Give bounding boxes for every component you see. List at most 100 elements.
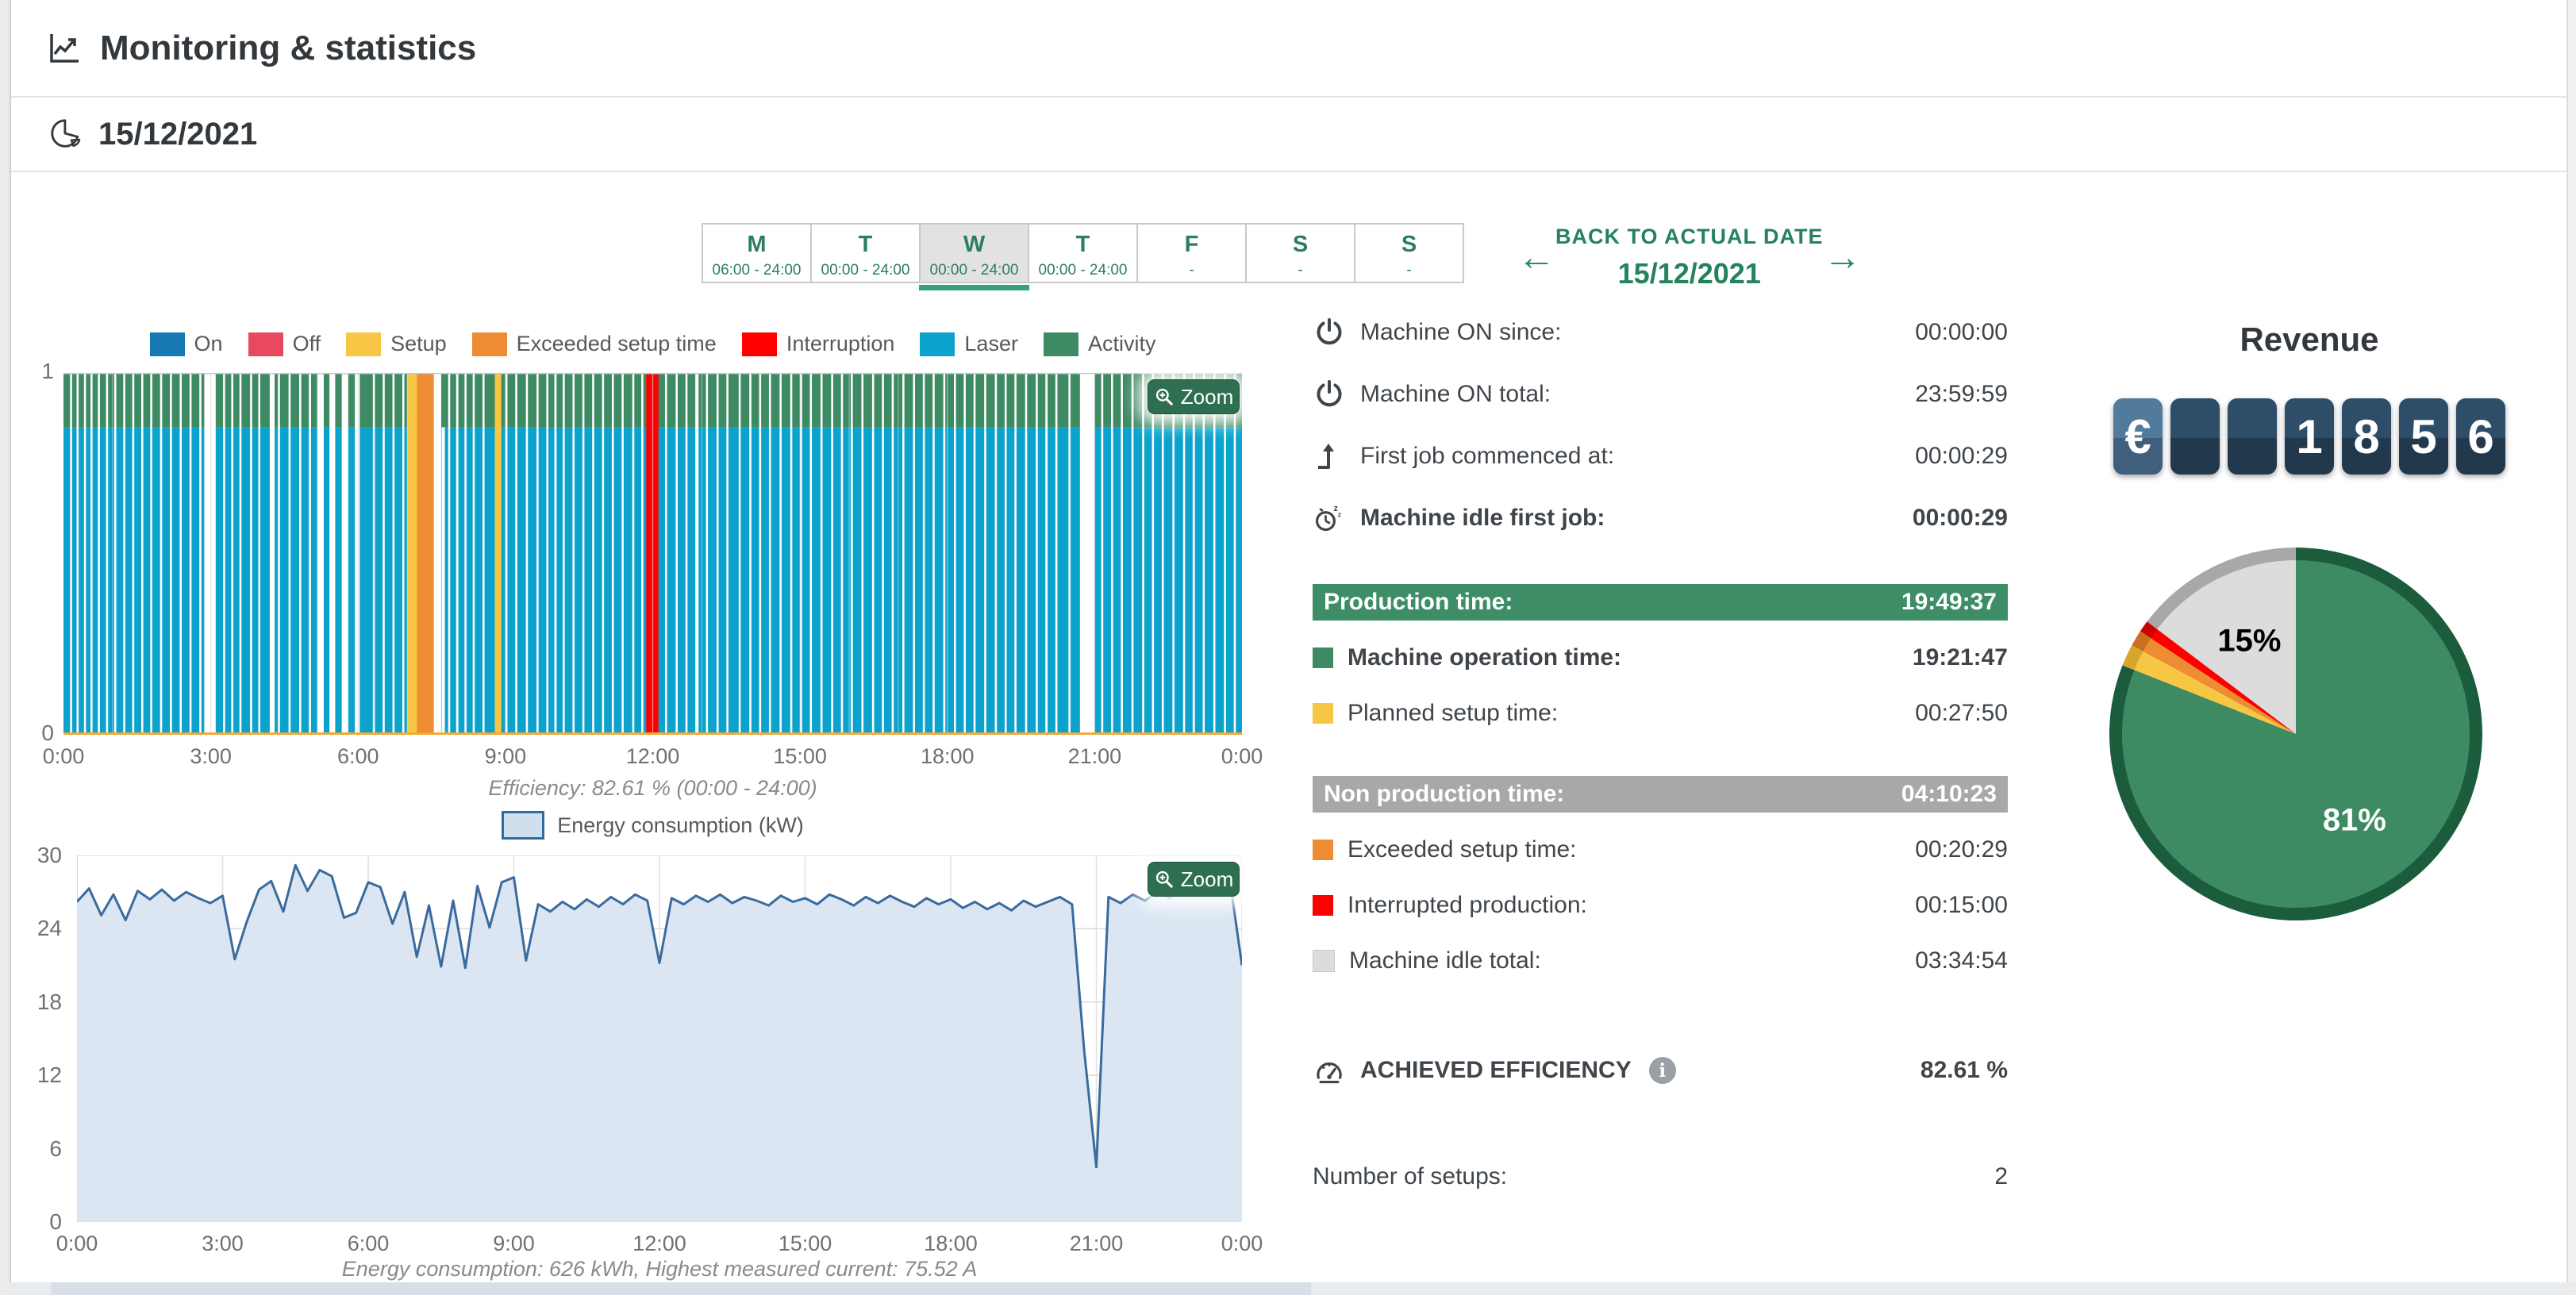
dashboard-card: Monitoring & statistics 15/12/2021 M 06:0… (10, 0, 2566, 1282)
stat-label-group: Machine idle total: (1313, 947, 1915, 974)
energy-zoom-label: Zoom (1181, 867, 1233, 892)
page-header: Monitoring & statistics (11, 0, 2566, 98)
vertical-scrollbar[interactable] (2566, 0, 2576, 1282)
timeline-zoom-label: Zoom (1181, 385, 1233, 409)
stat-label-group: ACHIEVED EFFICIENCYi (1313, 1054, 1920, 1087)
week-tab-day: T (812, 232, 919, 258)
energy-x-tick: 12:00 (632, 1232, 686, 1256)
legend-item: On (150, 332, 223, 356)
week-tab-day: F (1138, 232, 1245, 258)
revenue-digit-tile: 5 (2399, 398, 2448, 475)
week-tab-hours: 00:00 - 24:00 (1029, 262, 1136, 279)
legend-label: Laser (964, 332, 1018, 356)
back-to-actual-date-button[interactable]: BACK TO ACTUAL DATE (1555, 225, 1824, 249)
stat-value: 00:20:29 (1915, 836, 2008, 863)
revenue-digit-tile: 1 (2285, 398, 2334, 475)
section-header-value: 04:10:23 (1901, 781, 1997, 808)
stat-label: Machine ON total: (1360, 381, 1551, 408)
timeline-x-tick: 0:00 (43, 744, 85, 769)
stat-color-swatch (1313, 703, 1333, 724)
stat-color-swatch (1313, 895, 1333, 916)
firstjob-icon (1313, 440, 1346, 473)
legend-swatch (150, 332, 185, 356)
legend-swatch (920, 332, 955, 356)
stat-row: zzMachine idle first job:00:00:29 (1313, 501, 2008, 535)
energy-legend-swatch (502, 811, 544, 840)
week-tab-hours: 06:00 - 24:00 (703, 262, 810, 279)
energy-y-tick: 12 (24, 1063, 62, 1088)
energy-zoom-button[interactable]: Zoom (1148, 862, 1240, 897)
stat-color-swatch (1313, 648, 1333, 668)
timeline-x-tick: 0:00 (1221, 744, 1263, 769)
energy-x-tick: 3:00 (202, 1232, 244, 1256)
timeline-x-axis: 0:003:006:009:0012:0015:0018:0021:000:00 (63, 744, 1242, 771)
timeline-zoom-button[interactable]: Zoom (1148, 379, 1240, 414)
stat-label-group: Number of setups: (1313, 1163, 1994, 1190)
stat-label-group: Exceeded setup time: (1313, 836, 1915, 863)
energy-y-tick: 6 (24, 1136, 62, 1162)
energy-x-tick: 15:00 (779, 1232, 832, 1256)
previous-day-arrow[interactable]: ← (1517, 239, 1555, 277)
stat-row: Machine ON total:23:59:59 (1313, 378, 2008, 411)
selected-date-title: 15/12/2021 (98, 117, 257, 152)
energy-x-tick: 21:00 (1070, 1232, 1124, 1256)
stat-value: 00:00:00 (1915, 319, 2008, 346)
legend-item: Off (248, 332, 321, 356)
week-tab-4[interactable]: T 00:00 - 24:00 (1028, 223, 1138, 283)
week-tab-1[interactable]: M 06:00 - 24:00 (702, 223, 812, 283)
week-tab-7[interactable]: S- (1354, 223, 1464, 283)
legend-item: Activity (1044, 332, 1156, 356)
energy-legend-label: Energy consumption (kW) (557, 813, 804, 838)
stat-row: Planned setup time: 00:27:50 (1313, 700, 2008, 727)
week-tab-2[interactable]: T 00:00 - 24:00 (810, 223, 921, 283)
next-day-arrow[interactable]: → (1824, 239, 1862, 277)
stat-value: 00:27:50 (1915, 700, 2008, 727)
monitoring-chart-icon (46, 30, 83, 67)
timeline-y-max-label: 1 (19, 359, 54, 384)
legend-label: Exceeded setup time (517, 332, 717, 356)
energy-x-tick: 0:00 (56, 1232, 98, 1256)
week-tab-day: S (1355, 232, 1463, 258)
magnifier-plus-icon (1154, 386, 1175, 407)
energy-x-tick: 6:00 (348, 1232, 390, 1256)
timeline-x-tick: 9:00 (485, 744, 527, 769)
energy-x-axis: 0:003:006:009:0012:0015:0018:0021:000:00 (77, 1232, 1242, 1258)
power-icon (1313, 316, 1346, 349)
horizontal-scrollbar-thumb[interactable] (51, 1282, 1311, 1295)
horizontal-scrollbar[interactable] (10, 1282, 2566, 1295)
timeline-x-tick: 15:00 (773, 744, 827, 769)
week-tab-3[interactable]: W00:00 - 24:00 (919, 223, 1029, 283)
svg-text:z: z (1338, 511, 1341, 518)
week-tab-day: M (703, 232, 810, 258)
section-header-label: Production time: (1324, 589, 1901, 616)
stat-label: Planned setup time: (1348, 700, 1558, 727)
legend-item: Laser (920, 332, 1018, 356)
statistics-panel: Machine ON since:00:00:00 Machine ON tota… (1313, 316, 2008, 1219)
legend-item: Exceeded setup time (472, 332, 717, 356)
stat-label-group: Machine ON total: (1313, 378, 1915, 411)
legend-label: On (194, 332, 223, 356)
timeline-x-tick: 21:00 (1068, 744, 1122, 769)
revenue-display: €1856 (2103, 398, 2516, 475)
pie-slice-label: 81% (2323, 803, 2386, 838)
stat-row: ACHIEVED EFFICIENCYi82.61 % (1313, 1054, 2008, 1087)
week-tab-5[interactable]: F- (1136, 223, 1247, 283)
week-tab-hours: 00:00 - 24:00 (812, 262, 919, 279)
info-icon[interactable]: i (1649, 1057, 1676, 1084)
section-header-row: Production time:19:49:37 (1313, 584, 2008, 621)
stat-label-group: Machine operation time: (1313, 644, 1913, 671)
energy-consumption-chart (77, 855, 1242, 1222)
legend-swatch (742, 332, 777, 356)
energy-caption: Energy consumption: 626 kWh, Highest mea… (77, 1257, 1242, 1282)
week-tab-6[interactable]: S- (1245, 223, 1355, 283)
magnifier-plus-icon (1154, 869, 1175, 890)
page-title: Monitoring & statistics (100, 29, 476, 68)
energy-y-tick: 30 (24, 843, 62, 868)
week-day-selector: M06:00 - 24:00T00:00 - 24:00W00:00 - 24:… (702, 223, 1464, 283)
stat-label-group: Machine ON since: (1313, 316, 1915, 349)
date-nav-center: BACK TO ACTUAL DATE 15/12/2021 (1555, 225, 1824, 290)
week-tab-day: T (1029, 232, 1136, 258)
machine-state-timeline-chart (63, 373, 1242, 735)
stat-value: 03:34:54 (1915, 947, 2008, 974)
revenue-digit-tile: 8 (2342, 398, 2391, 475)
